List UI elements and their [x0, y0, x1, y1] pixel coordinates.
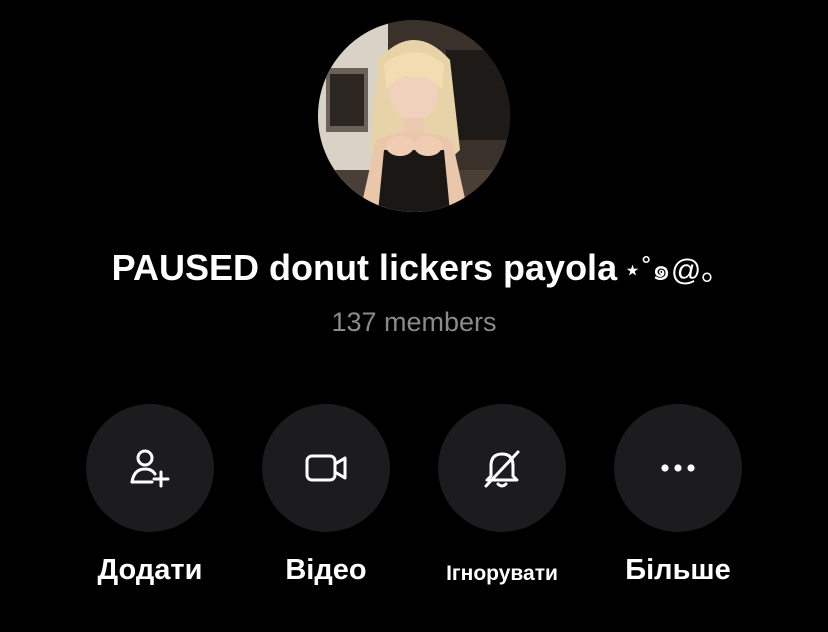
avatar-photo	[318, 20, 510, 212]
group-title: PAUSED donut lickers payola ⋆˚๑@｡	[0, 246, 828, 293]
video-button[interactable]	[262, 404, 390, 532]
add-member-label: Додати	[97, 554, 203, 586]
video-action[interactable]: Відео	[238, 404, 414, 594]
member-count[interactable]: 137 members	[0, 304, 828, 340]
video-camera-icon	[305, 454, 347, 482]
group-name: PAUSED donut lickers payola	[111, 247, 618, 288]
add-user-icon	[130, 449, 170, 488]
group-avatar[interactable]	[318, 20, 510, 212]
mute-action[interactable]: Ігнорувати	[414, 404, 590, 594]
add-member-button[interactable]	[86, 404, 214, 532]
more-button[interactable]	[614, 404, 742, 532]
more-dots-icon	[661, 464, 695, 472]
mute-button[interactable]	[438, 404, 566, 532]
more-label: Більше	[625, 554, 731, 586]
video-label: Відео	[285, 554, 367, 586]
more-action[interactable]: Більше	[590, 404, 766, 594]
bell-slash-icon	[484, 450, 520, 488]
mute-label: Ігнорувати	[446, 562, 558, 585]
add-member-action[interactable]: Додати	[62, 404, 238, 594]
group-name-decoration: ⋆˚๑@｡	[623, 254, 717, 287]
